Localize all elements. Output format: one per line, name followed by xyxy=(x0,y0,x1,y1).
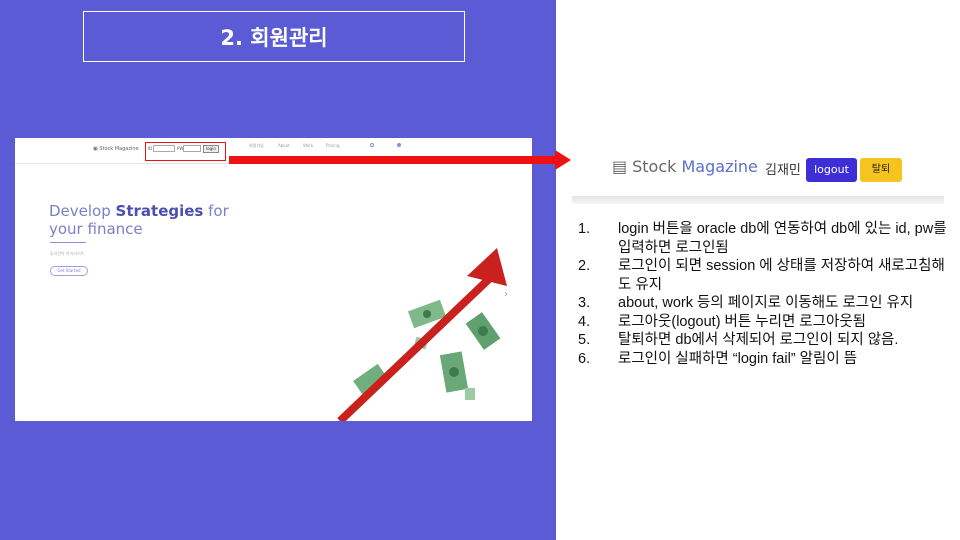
growth-arrow-head xyxy=(467,248,507,286)
home-icon[interactable] xyxy=(370,143,374,147)
header-preview: ▤ Stock Magazine 김재민 logout 탈퇴 xyxy=(572,142,944,204)
title-box: 2. 회원관리 xyxy=(83,11,465,62)
arrow-shaft xyxy=(229,156,555,164)
list-text: about, work 등의 페이지로 이동해도 로그인 유지 xyxy=(618,295,914,311)
hero-divider xyxy=(50,242,86,243)
user-icon[interactable] xyxy=(397,143,401,147)
website-screenshot: ▣ Stock Magazine ID PW login 회원가입 About … xyxy=(15,138,532,421)
list-text: 탈퇴하면 db에서 삭제되어 로그인이 되지 않음. xyxy=(618,332,899,348)
list-item: 2. 로그인이 되면 session 에 상태를 저장하여 새로고침해도 유지 xyxy=(578,257,956,294)
header-shadow xyxy=(572,196,944,204)
preview-logo[interactable]: ▤ Stock Magazine xyxy=(612,157,758,176)
list-item: 3. about, work 등의 페이지로 이동해도 로그인 유지 xyxy=(578,294,956,313)
money-growth-illustration xyxy=(337,248,507,421)
bill-seal xyxy=(449,367,459,377)
website-logo-text: Stock Magazine xyxy=(99,146,139,152)
list-text: 로그인이 되면 session 에 상태를 저장하여 새로고침해도 유지 xyxy=(618,258,945,293)
logo-magazine-text: Magazine xyxy=(681,157,758,176)
list-number: 5. xyxy=(578,332,591,348)
hero-title-suffix: for xyxy=(203,202,229,220)
red-pointer-arrow xyxy=(229,150,571,170)
list-text: 로그인이 실패하면 “login fail” 알림이 뜸 xyxy=(618,350,858,367)
list-text: 로그아웃(logout) 버튼 누리면 로그아웃됨 xyxy=(618,313,867,330)
slide-title: 2. 회원관리 xyxy=(220,25,328,50)
list-item: 5. 탈퇴하면 db에서 삭제되어 로그인이 되지 않음. xyxy=(578,331,956,350)
nav-work[interactable]: Work xyxy=(303,143,313,148)
list-text: login 버튼을 oracle db에 연동하여 db에 있는 id, pw를… xyxy=(618,221,947,256)
nav-pricing[interactable]: Pricing xyxy=(326,143,339,148)
list-number: 3. xyxy=(578,295,591,311)
bill-seal xyxy=(423,310,431,318)
list-item: 6. 로그인이 실패하면 “login fail” 알림이 뜸 xyxy=(578,350,956,369)
logo-stock-text: Stock xyxy=(632,157,677,176)
hero-title: Develop Strategies for your finance xyxy=(49,202,229,238)
nav-about[interactable]: About xyxy=(278,143,290,148)
building-icon: ▤ xyxy=(612,157,628,176)
list-item: 1. login 버튼을 oracle db에 연동하여 db에 있는 id, p… xyxy=(578,220,956,257)
list-number: 4. xyxy=(578,313,591,330)
leave-button[interactable]: 탈퇴 xyxy=(860,158,902,182)
login-highlight-box xyxy=(145,142,226,161)
slide-left-panel: 2. 회원관리 ▣ Stock Magazine ID PW login 회원가… xyxy=(0,0,556,540)
nav-signup[interactable]: 회원가입 xyxy=(249,143,264,149)
list-number: 1. xyxy=(578,221,591,237)
money-bill xyxy=(465,388,475,400)
hero-title-line2: your finance xyxy=(49,220,143,238)
list-number: 6. xyxy=(578,350,591,367)
hero-subtext: 투자전략 하이라이트 xyxy=(50,251,85,256)
user-name: 김재민 xyxy=(765,163,801,178)
hero-title-prefix: Develop xyxy=(49,202,116,220)
website-logo: ▣ Stock Magazine xyxy=(93,146,139,152)
feature-list: 1. login 버튼을 oracle db에 연동하여 db에 있는 id, p… xyxy=(578,220,956,368)
logout-button[interactable]: logout xyxy=(806,158,857,182)
list-number: 2. xyxy=(578,258,591,274)
hero-title-bold: Strategies xyxy=(115,202,204,220)
arrow-head xyxy=(555,150,571,170)
bill-seal xyxy=(478,326,488,336)
get-started-button[interactable]: Get Started xyxy=(50,266,88,276)
list-item: 4. 로그아웃(logout) 버튼 누리면 로그아웃됨 xyxy=(578,313,956,332)
